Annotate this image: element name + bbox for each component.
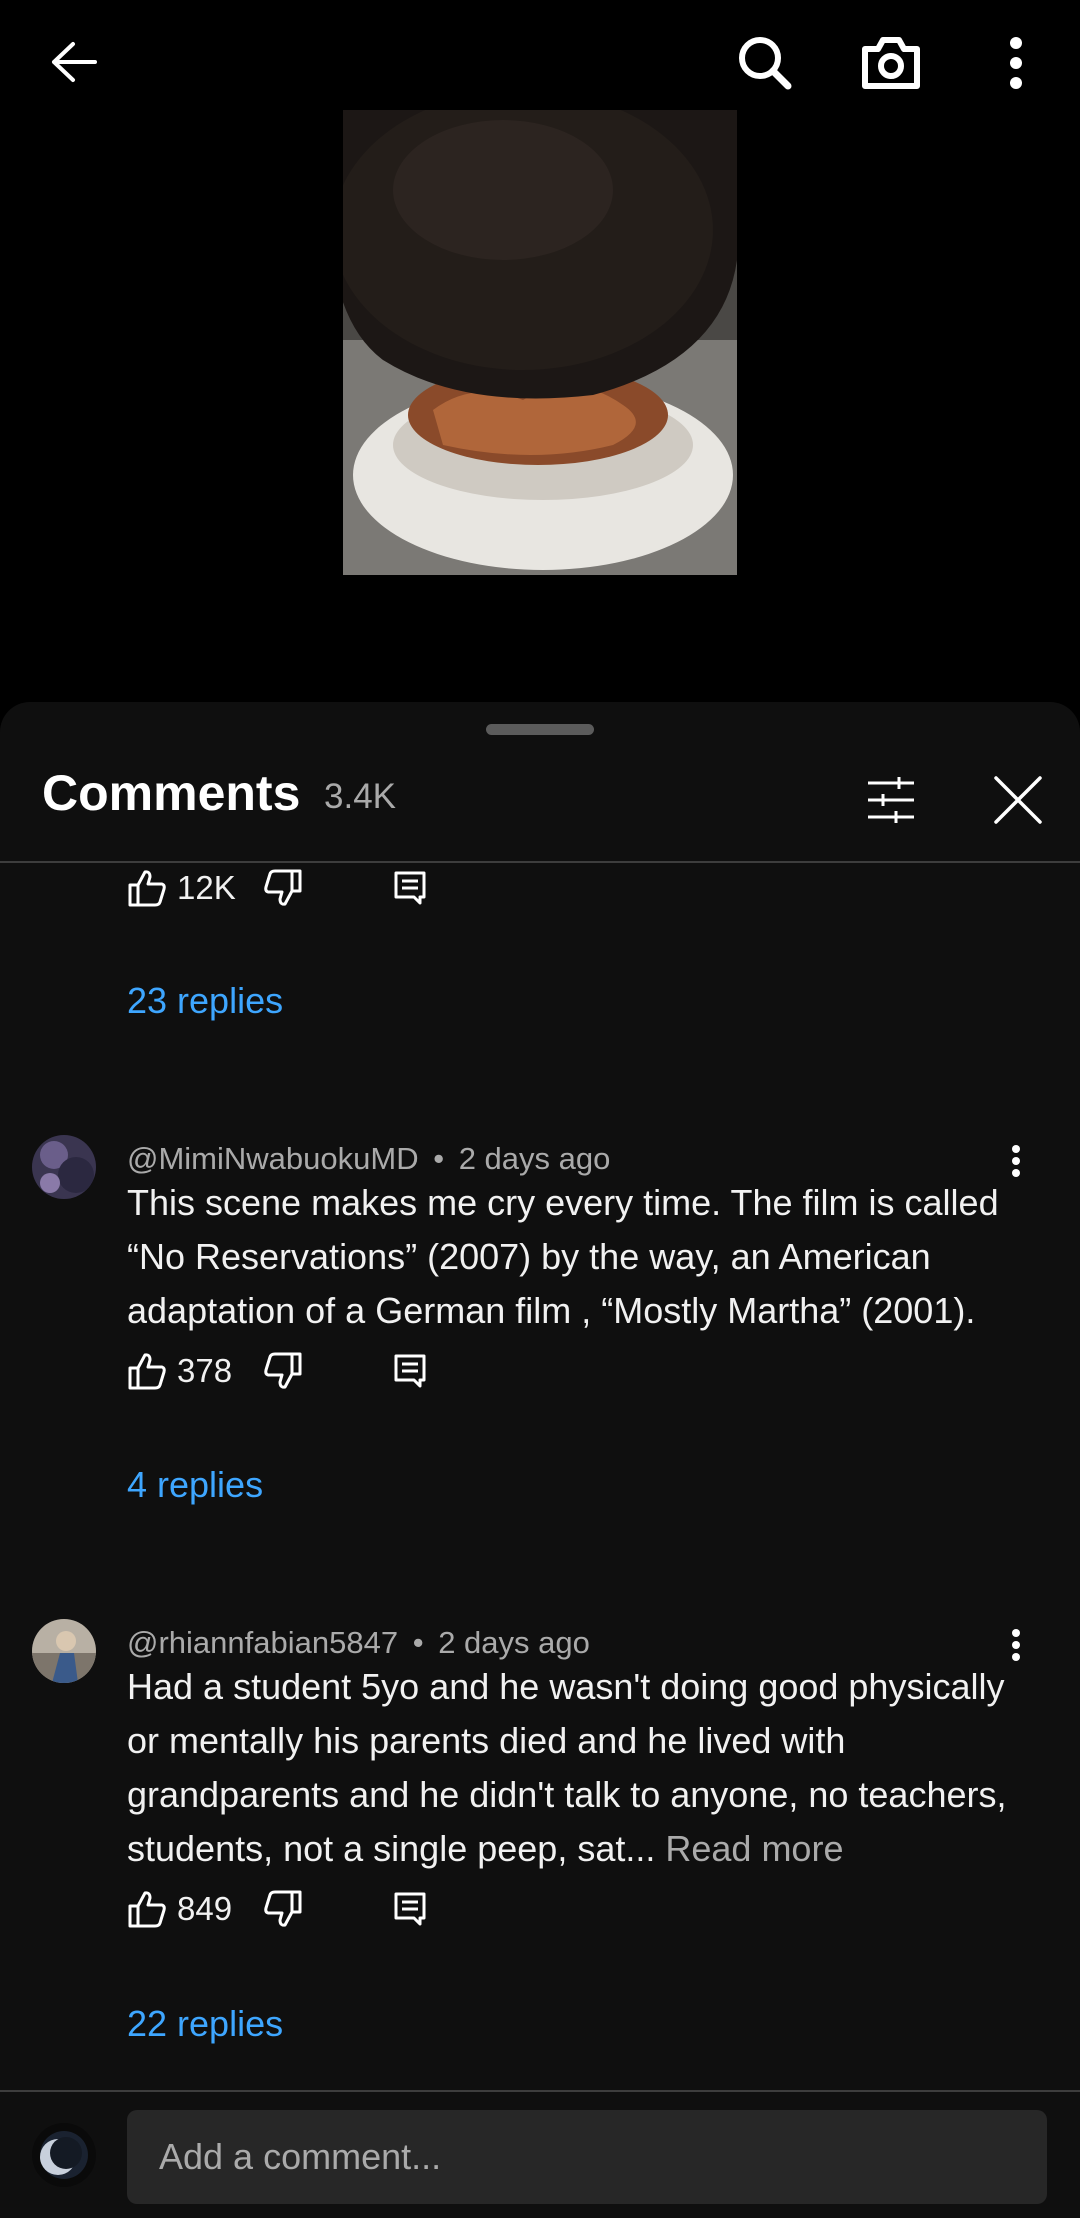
more-vertical-icon <box>1010 37 1022 89</box>
top-bar <box>0 0 1080 130</box>
comment-author[interactable]: @MimiNwabuokuMD <box>127 1141 419 1176</box>
search-button[interactable] <box>730 28 800 98</box>
reply-icon <box>394 1354 426 1388</box>
comments-list[interactable]: 12K 23 replies @MimiNwabuokuMD • 2 days … <box>0 863 1080 2091</box>
thumbs-up-icon <box>128 1891 166 1928</box>
like-count: 12K <box>177 869 236 906</box>
comment-author[interactable]: @rhiannfabian5847 <box>127 1625 398 1660</box>
like-button[interactable] <box>127 868 167 908</box>
more-options-button[interactable] <box>996 28 1036 98</box>
comments-sheet: Comments 3.4K 12K 23 replies @MimiNwabuo… <box>0 702 1080 2218</box>
user-avatar[interactable] <box>32 2123 96 2187</box>
comment-text: Had a student 5yo and he wasn't doing go… <box>127 1660 1017 1876</box>
drag-handle[interactable] <box>486 724 594 735</box>
thumbs-up-icon <box>128 870 166 907</box>
comment-composer <box>0 2092 1080 2218</box>
comment-time: 2 days ago <box>438 1625 590 1660</box>
comment-actions: 849 <box>127 1884 427 1934</box>
video-frame <box>343 110 737 575</box>
comment-meta: @rhiannfabian5847 • 2 days ago <box>127 1625 590 1660</box>
add-comment-input[interactable] <box>127 2110 1047 2204</box>
dislike-button[interactable] <box>263 1351 303 1391</box>
sheet-title: Comments <box>42 765 301 821</box>
dislike-button[interactable] <box>263 1889 303 1929</box>
like-button[interactable] <box>127 1351 167 1391</box>
dislike-button[interactable] <box>263 868 303 908</box>
reply-button[interactable] <box>393 870 427 906</box>
comment-actions: 12K <box>127 863 427 913</box>
like-count: 849 <box>177 1890 233 1927</box>
reply-icon <box>394 1892 426 1926</box>
camera-button[interactable] <box>855 28 927 98</box>
thumbs-down-icon <box>264 869 302 906</box>
thumbs-up-icon <box>128 1353 166 1390</box>
more-vertical-icon <box>1012 1145 1020 1177</box>
more-vertical-icon <box>1012 1629 1020 1661</box>
like-count: 378 <box>177 1352 233 1389</box>
read-more-link[interactable]: Read more <box>665 1828 843 1869</box>
thumbs-down-icon <box>264 1352 302 1389</box>
comment-meta: @MimiNwabuokuMD • 2 days ago <box>127 1141 611 1176</box>
comment-actions: 378 <box>127 1346 427 1396</box>
arrow-left-icon <box>52 42 97 82</box>
reply-button[interactable] <box>393 1353 427 1389</box>
comment-time: 2 days ago <box>458 1141 611 1176</box>
avatar[interactable] <box>32 1135 96 1199</box>
search-icon <box>739 37 792 90</box>
view-replies-link[interactable]: 23 replies <box>127 980 283 1022</box>
camera-icon <box>862 37 920 89</box>
avatar[interactable] <box>32 1619 96 1683</box>
filter-button[interactable] <box>858 767 924 833</box>
close-icon <box>994 776 1042 824</box>
view-replies-link[interactable]: 22 replies <box>127 2003 283 2045</box>
close-button[interactable] <box>985 767 1051 833</box>
reply-icon <box>394 871 426 905</box>
back-button[interactable] <box>38 30 110 94</box>
thumbs-down-icon <box>264 1890 302 1927</box>
like-button[interactable] <box>127 1889 167 1929</box>
comment-count: 3.4K <box>324 777 396 816</box>
comment-text-body: Had a student 5yo and he wasn't doing go… <box>127 1666 1007 1869</box>
view-replies-link[interactable]: 4 replies <box>127 1464 263 1506</box>
reply-button[interactable] <box>393 1891 427 1927</box>
sliders-icon <box>868 777 914 823</box>
comment-text: This scene makes me cry every time. The … <box>127 1182 999 1331</box>
